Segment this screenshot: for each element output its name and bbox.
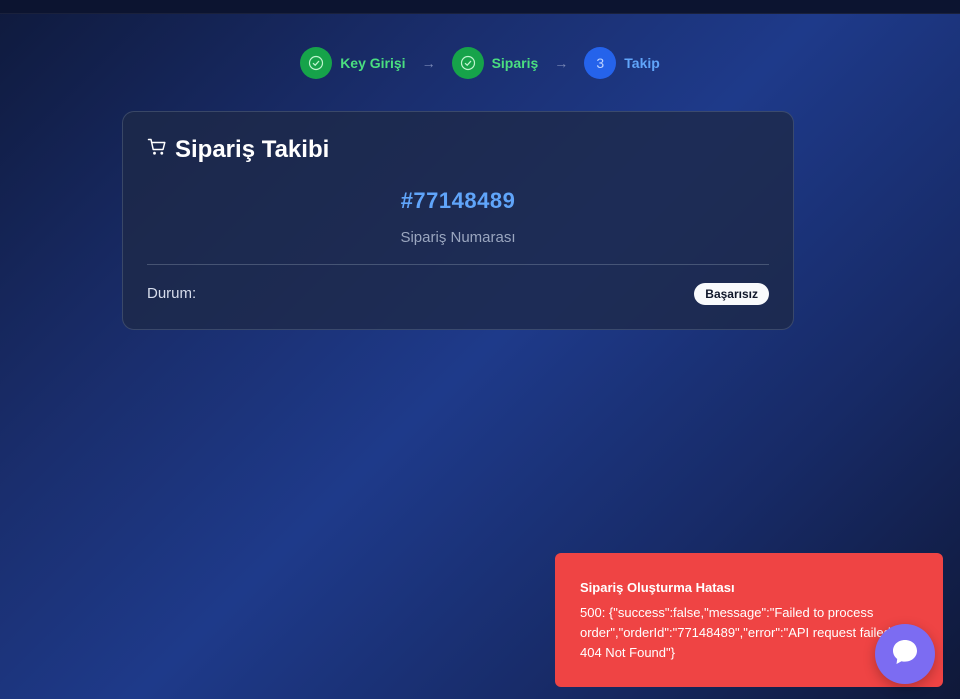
arrow-right-icon: → — [421, 55, 436, 71]
step-key-girisi: Key Girişi — [300, 47, 406, 79]
check-circle-icon — [451, 47, 484, 79]
divider — [147, 264, 769, 265]
arrow-right-icon: → — [554, 55, 569, 71]
status-badge: Başarısız — [694, 283, 769, 305]
progress-stepper: Key Girişi → Sipariş → 3 Takip — [0, 47, 960, 79]
status-label: Durum: — [147, 285, 197, 302]
step-label: Takip — [624, 55, 660, 71]
cart-icon — [147, 136, 175, 164]
card-title: Sipariş Takibi — [147, 136, 329, 164]
step-takip: 3 Takip — [584, 47, 660, 79]
top-bar — [0, 0, 960, 14]
step-siparis: Sipariş — [451, 47, 539, 79]
card-title-text: Sipariş Takibi — [175, 136, 330, 163]
chat-button[interactable] — [875, 624, 935, 684]
step-label: Sipariş — [491, 55, 539, 71]
order-number: #77148489 — [400, 188, 516, 213]
toast-message: 500: {"success":false,"message":"Failed … — [580, 605, 895, 660]
toast-title: Sipariş Oluşturma Hatası — [580, 580, 735, 595]
check-circle-icon — [300, 47, 333, 79]
step-label: Key Girişi — [340, 55, 406, 71]
order-tracking-card: Sipariş Takibi #77148489 Sipariş Numaras… — [122, 111, 794, 330]
scrollbar[interactable] — [960, 0, 967, 699]
step-number: 3 — [584, 47, 617, 79]
order-number-caption: Sipariş Numarası — [400, 229, 516, 246]
chat-bubble-icon — [890, 637, 920, 672]
